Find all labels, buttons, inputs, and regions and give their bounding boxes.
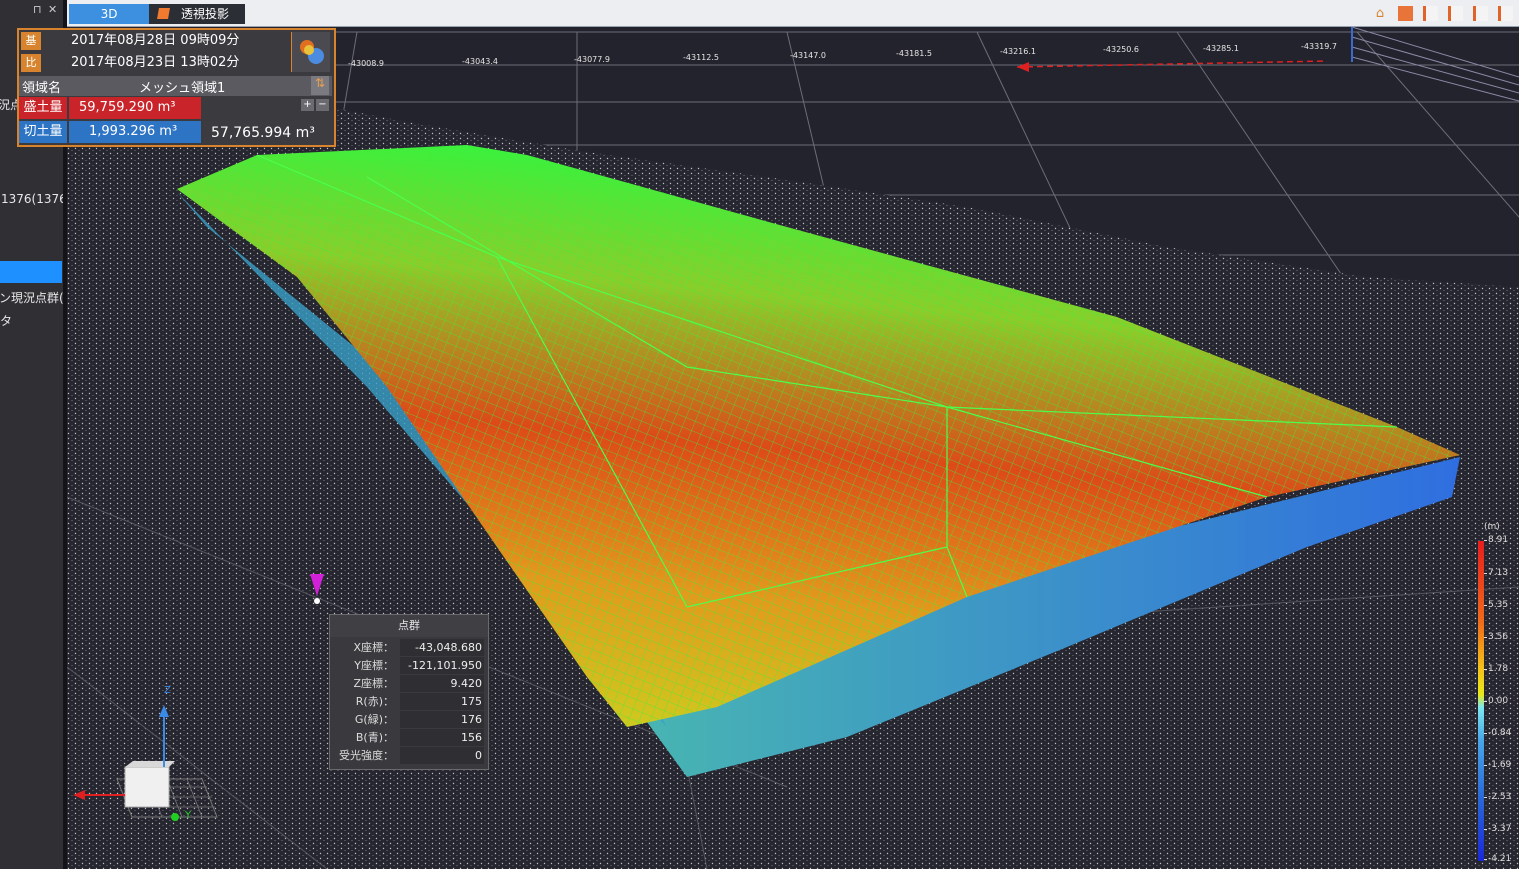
base-date-row: 基 2017年08月28日 09時09分 bbox=[19, 30, 291, 52]
legend-tick: -0.84 bbox=[1483, 728, 1512, 738]
point-row-label: R(赤)： bbox=[355, 695, 394, 708]
point-row: R(赤)： 175 bbox=[334, 693, 484, 710]
net-volume: 57,765.994 m³ bbox=[203, 121, 332, 143]
gizmo-y-label: Y bbox=[185, 810, 192, 821]
sort-icon[interactable]: ⇅ bbox=[311, 76, 329, 95]
tree-item-selected[interactable] bbox=[0, 261, 62, 283]
cut-label: 切土量 bbox=[19, 121, 67, 143]
3d-viewport[interactable]: -43008.9 -43043.4 -43077.9 -43112.5 -431… bbox=[67, 27, 1519, 869]
tab-perspective-label: 透視投影 bbox=[181, 7, 230, 21]
legend-tick: -1.69 bbox=[1483, 760, 1512, 770]
axis-label: -43147.0 bbox=[790, 51, 826, 60]
page-icon[interactable] bbox=[1498, 6, 1513, 21]
point-row: Z座標： 9.420 bbox=[334, 675, 484, 692]
fill-value: 59,759.290 m³ bbox=[69, 97, 201, 119]
legend-tick: -3.37 bbox=[1483, 824, 1512, 834]
box-icon[interactable] bbox=[1397, 6, 1413, 21]
point-row-label: G(緑)： bbox=[354, 713, 394, 726]
point-row-value: -43,048.680 bbox=[400, 639, 484, 656]
expand-button[interactable]: + bbox=[301, 99, 314, 111]
region-label: 領域名 bbox=[22, 81, 62, 96]
color-legend: (m) 8.91 7.13 5.35 3.56 1.78 0.00 -0.84 … bbox=[1476, 522, 1519, 869]
axis-label: -43112.5 bbox=[683, 53, 719, 62]
point-row-value: 0 bbox=[400, 747, 484, 764]
point-row: B(青)： 156 bbox=[334, 729, 484, 746]
point-row: 受光強度： 0 bbox=[334, 747, 484, 764]
point-row-label: Z座標： bbox=[353, 677, 394, 690]
view-toolbar: ⌂ bbox=[1368, 6, 1513, 25]
scene bbox=[67, 27, 1519, 869]
region-name: メッシュ領域1 bbox=[139, 81, 226, 96]
axis-label: -43008.9 bbox=[348, 59, 384, 68]
point-row: G(緑)： 176 bbox=[334, 711, 484, 728]
page-icon[interactable] bbox=[1447, 6, 1463, 21]
fill-label: 盛土量 bbox=[19, 97, 67, 119]
home-icon[interactable]: ⌂ bbox=[1373, 6, 1388, 21]
point-row-value: 176 bbox=[400, 711, 484, 728]
base-date: 2017年08月28日 09時09分 bbox=[71, 33, 240, 48]
point-row: Y座標： -121,101.950 bbox=[334, 657, 484, 674]
axis-label: -43319.7 bbox=[1301, 42, 1337, 51]
axis-scale bbox=[1351, 27, 1519, 102]
cut-value: 1,993.296 m³ bbox=[69, 121, 201, 143]
legend-tick: -2.53 bbox=[1483, 792, 1512, 802]
legend-tick: 1.78 bbox=[1483, 664, 1509, 674]
legend-unit: (m) bbox=[1484, 522, 1500, 532]
x-axis-line bbox=[1016, 60, 1328, 68]
point-info-panel: 点群 X座標： -43,048.680 Y座標： -121,101.950 Z座標：… bbox=[329, 614, 489, 770]
compare-date-row: 比 2017年08月23日 13時02分 bbox=[19, 52, 291, 74]
point-row-label: B(青)： bbox=[355, 731, 394, 744]
legend-tick: 5.35 bbox=[1483, 600, 1509, 610]
pin-icon[interactable]: ⊓ bbox=[33, 3, 42, 16]
page-icon[interactable] bbox=[1422, 6, 1438, 21]
base-tag: 基 bbox=[21, 32, 41, 50]
axis-label: -43077.9 bbox=[574, 55, 610, 64]
collapse-button[interactable]: − bbox=[316, 99, 329, 111]
axis-label: -43043.4 bbox=[462, 57, 498, 66]
point-panel-title: 点群 bbox=[330, 615, 488, 637]
gizmo-z-label: Z bbox=[164, 685, 171, 696]
point-row-label: Y座標： bbox=[354, 659, 394, 672]
axis-label: -43181.5 bbox=[896, 49, 932, 58]
point-row-label: X座標： bbox=[353, 641, 394, 654]
point-row-value: 175 bbox=[400, 693, 484, 710]
tab-perspective[interactable]: 透視投影 bbox=[149, 4, 245, 24]
close-icon[interactable]: ✕ bbox=[48, 3, 57, 16]
region-row: 領域名 メッシュ領域1 ⇅ bbox=[19, 76, 332, 96]
tree-item[interactable]: ン現況点群( bbox=[0, 289, 63, 306]
tab-3d[interactable]: 3D bbox=[69, 4, 149, 24]
point-row-value: -121,101.950 bbox=[400, 657, 484, 674]
compare-date: 2017年08月23日 13時02分 bbox=[71, 55, 240, 70]
point-marker-dot bbox=[314, 598, 320, 604]
volume-info-panel: 基 2017年08月28日 09時09分 比 2017年08月23日 13時02… bbox=[17, 28, 336, 147]
settings-icon[interactable] bbox=[291, 32, 330, 72]
point-row-label: 受光強度： bbox=[339, 749, 394, 762]
axis-label: -43285.1 bbox=[1203, 44, 1239, 53]
legend-tick: 3.56 bbox=[1483, 632, 1509, 642]
axis-label: -43250.6 bbox=[1103, 45, 1139, 54]
page-icon[interactable] bbox=[1472, 6, 1488, 21]
point-row: X座標： -43,048.680 bbox=[334, 639, 484, 656]
tree-item[interactable]: 1376(1376 bbox=[1, 192, 63, 206]
compare-tag: 比 bbox=[21, 54, 41, 72]
legend-tick: 0.00 bbox=[1483, 696, 1509, 706]
x-axis-arrow bbox=[1017, 62, 1029, 72]
legend-tick: 7.13 bbox=[1483, 568, 1509, 578]
axis-label: -43216.1 bbox=[1000, 47, 1036, 56]
legend-tick: -4.21 bbox=[1483, 854, 1512, 864]
point-row-value: 156 bbox=[400, 729, 484, 746]
perspective-icon bbox=[157, 8, 170, 19]
point-row-value: 9.420 bbox=[400, 675, 484, 692]
tree-item[interactable]: タ bbox=[0, 312, 12, 329]
tab-bar: 3D 透視投影 ⌂ bbox=[67, 0, 1519, 27]
legend-tick: 8.91 bbox=[1483, 535, 1509, 545]
